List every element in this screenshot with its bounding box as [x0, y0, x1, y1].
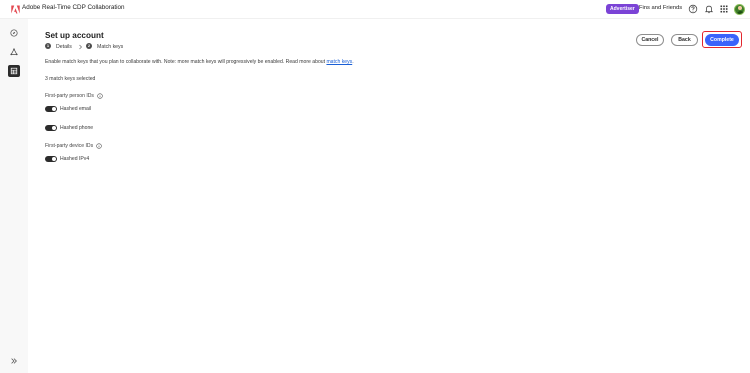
hashed-ipv4-label: Hashed IPv4 — [60, 156, 90, 162]
hashed-email-toggle[interactable] — [45, 106, 57, 112]
rail-item-discover[interactable] — [8, 27, 20, 39]
section-title-device-ids: First-party device IDs — [45, 143, 94, 149]
complete-button[interactable]: Complete — [705, 34, 739, 46]
selected-count: 3 match keys selected — [45, 76, 96, 82]
description-text: Enable match keys that you plan to colla… — [45, 59, 354, 65]
hashed-ipv4-toggle[interactable] — [45, 156, 57, 162]
step-2-number: 2 — [86, 43, 92, 49]
description-body: Enable match keys that you plan to colla… — [45, 59, 327, 65]
hashed-phone-label: Hashed phone — [60, 125, 94, 131]
help-icon[interactable] — [688, 4, 698, 14]
page-title: Set up account — [45, 31, 104, 40]
data-table-icon — [10, 67, 18, 75]
network-icon — [10, 48, 18, 56]
description-end: . — [352, 59, 354, 65]
left-navigation-rail — [0, 19, 28, 373]
adobe-logo-icon[interactable] — [11, 5, 20, 14]
cancel-button[interactable]: Cancel — [636, 34, 664, 46]
step-2-label: Match keys — [97, 43, 124, 50]
expand-rail-button[interactable] — [8, 355, 20, 367]
hashed-phone-toggle[interactable] — [45, 125, 57, 131]
info-icon[interactable] — [96, 143, 102, 149]
chevron-double-right-icon — [11, 358, 17, 364]
user-avatar[interactable] — [734, 3, 745, 15]
step-1-number: 1 — [45, 43, 51, 49]
compass-icon — [10, 29, 18, 37]
apps-grid-icon[interactable] — [719, 4, 729, 14]
organization-switcher[interactable]: Fins and Friends — [639, 5, 682, 11]
step-1-label[interactable]: Details — [56, 44, 72, 50]
account-type-badge: Advertiser — [606, 4, 639, 14]
hashed-email-label: Hashed email — [60, 106, 92, 112]
rail-item-data[interactable] — [8, 65, 20, 77]
back-button[interactable]: Back — [671, 34, 698, 46]
match-keys-link[interactable]: match keys — [326, 59, 352, 65]
bell-icon[interactable] — [704, 4, 714, 14]
chevron-right-icon — [79, 44, 82, 49]
rail-item-connect[interactable] — [8, 46, 20, 58]
section-title-person-ids: First-party person IDs — [45, 93, 94, 99]
info-icon[interactable] — [97, 93, 103, 99]
app-title: Adobe Real-Time CDP Collaboration — [22, 4, 125, 11]
top-bar: Adobe Real-Time CDP Collaboration Advert… — [0, 0, 750, 19]
